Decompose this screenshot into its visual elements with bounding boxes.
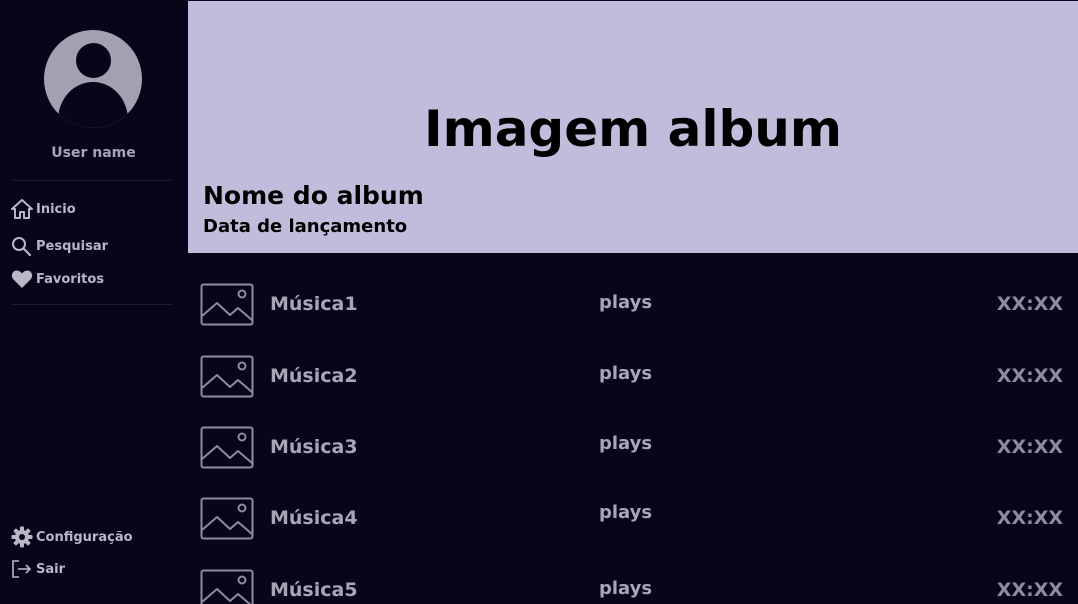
track-duration: XX:XX <box>996 579 1063 601</box>
track-title: Música3 <box>270 436 358 458</box>
sidebar-item-inicio[interactable]: Inicio <box>11 198 76 220</box>
sidebar-item-configuracao[interactable]: Configuração <box>11 526 133 548</box>
track-plays: plays <box>599 433 653 454</box>
track-duration: XX:XX <box>996 365 1063 387</box>
track-duration: XX:XX <box>996 436 1063 458</box>
avatar-body <box>58 82 128 128</box>
track-title: Música1 <box>270 293 358 315</box>
image-icon <box>200 497 254 541</box>
sidebar-item-label: Configuração <box>36 529 133 545</box>
track-title: Música4 <box>270 507 358 529</box>
sidebar-item-label: Favoritos <box>36 271 105 287</box>
track-title: Música2 <box>270 365 358 387</box>
sidebar-item-sair[interactable]: Sair <box>11 558 65 580</box>
track-row[interactable]: Música4 plays XX:XX <box>200 497 1070 541</box>
sidebar-divider-top <box>12 180 172 181</box>
heart-icon <box>11 268 33 290</box>
image-icon <box>200 355 254 399</box>
track-row[interactable]: Música5 plays XX:XX <box>200 569 1070 604</box>
track-plays: plays <box>599 292 653 313</box>
user-name: User name <box>51 145 136 161</box>
sidebar-item-favoritos[interactable]: Favoritos <box>11 268 104 290</box>
sidebar: User name Inicio Pesquisar Favoritos Con… <box>0 0 187 604</box>
album-header: Imagem album Nome do album Data de lança… <box>188 1 1078 253</box>
gear-icon <box>11 526 33 548</box>
track-title: Música5 <box>270 579 358 601</box>
sidebar-item-label: Sair <box>36 561 66 577</box>
track-duration: XX:XX <box>996 507 1063 529</box>
track-plays: plays <box>599 363 653 384</box>
track-plays: plays <box>599 502 653 523</box>
sidebar-item-pesquisar[interactable]: Pesquisar <box>11 235 108 257</box>
app-window: User name Inicio Pesquisar Favoritos Con… <box>0 0 1078 604</box>
logout-icon <box>11 558 33 580</box>
track-plays: plays <box>599 578 653 599</box>
track-duration: XX:XX <box>996 293 1063 315</box>
album-name: Nome do album <box>203 181 424 210</box>
image-icon <box>200 283 254 327</box>
track-row[interactable]: Música3 plays XX:XX <box>200 426 1070 470</box>
track-row[interactable]: Música2 plays XX:XX <box>200 355 1070 399</box>
track-row[interactable]: Música1 plays XX:XX <box>200 283 1070 327</box>
image-icon <box>200 426 254 470</box>
avatar-head <box>76 43 111 78</box>
avatar[interactable] <box>44 30 142 128</box>
sidebar-divider-bottom <box>12 304 172 305</box>
sidebar-item-label: Pesquisar <box>36 238 109 254</box>
sidebar-item-label: Inicio <box>36 201 76 217</box>
album-image-placeholder: Imagem album <box>423 100 843 158</box>
release-date: Data de lançamento <box>203 216 408 237</box>
home-icon <box>11 198 33 220</box>
image-icon <box>200 569 254 604</box>
search-icon <box>11 235 33 257</box>
